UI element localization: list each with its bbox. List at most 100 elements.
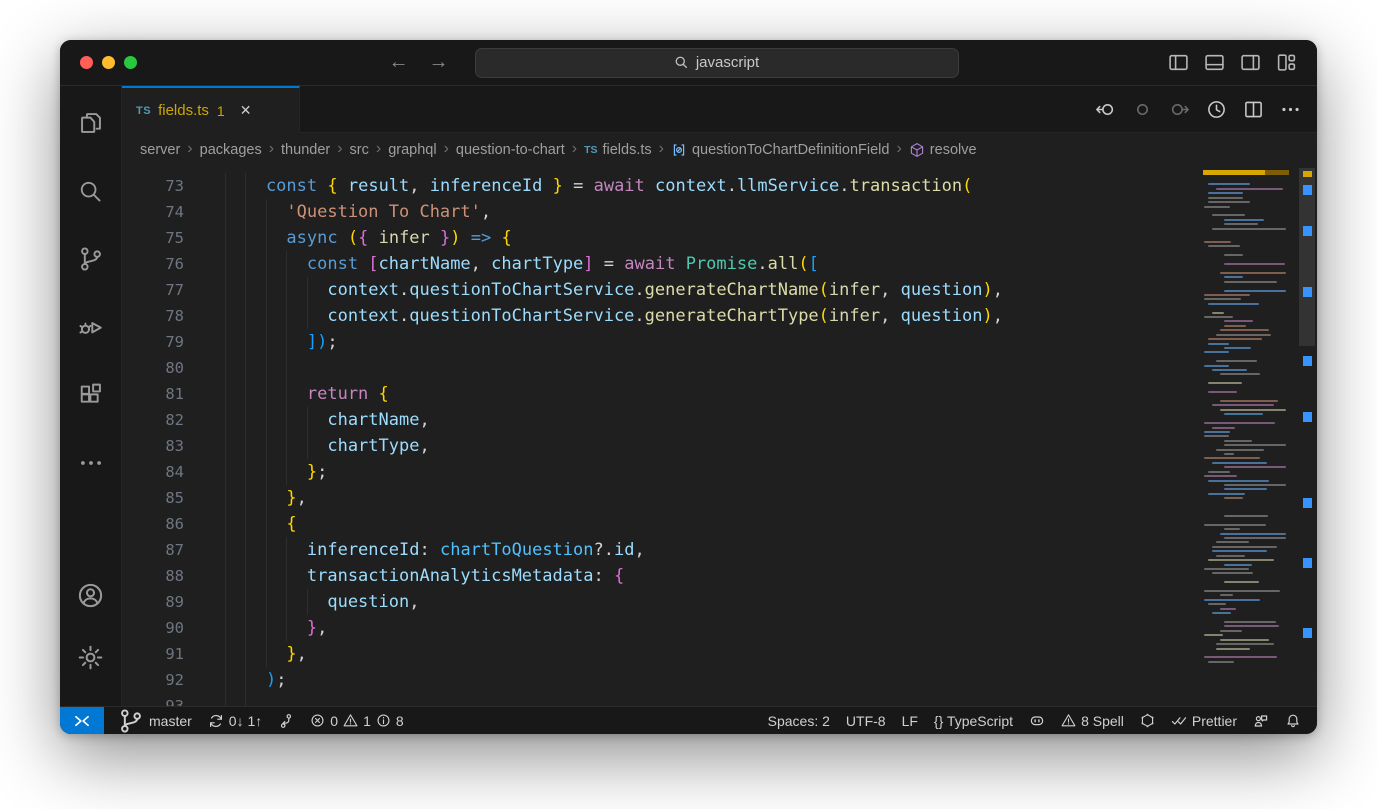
tab-fields-ts[interactable]: TS fields.ts 1 ✕ [122, 86, 300, 133]
status-problems[interactable]: 018 [302, 707, 411, 734]
typescript-file-icon: TS [136, 105, 151, 117]
activity-more[interactable] [68, 440, 114, 486]
minimap-line [1212, 546, 1277, 548]
activity-search[interactable] [68, 168, 114, 214]
minimap-line [1208, 382, 1242, 384]
indent-guide [245, 459, 265, 485]
error-icon [310, 713, 325, 728]
layout-customize-icon[interactable] [1276, 52, 1297, 73]
minimap-line [1212, 550, 1267, 552]
indent-guide [225, 225, 245, 251]
status-notifications[interactable] [1277, 707, 1309, 734]
code-token: const [307, 254, 368, 274]
split-editor-icon[interactable] [1243, 99, 1264, 120]
status-branch[interactable]: master [110, 707, 200, 734]
breadcrumb-item[interactable]: server [140, 142, 180, 158]
history-icon[interactable] [1206, 99, 1227, 120]
breadcrumb-label: thunder [281, 142, 330, 158]
code-token: } [440, 228, 450, 248]
nav-forward-circle-icon[interactable] [1169, 99, 1190, 120]
status-graphql[interactable] [1132, 707, 1163, 734]
status-encoding[interactable]: UTF-8 [838, 707, 894, 734]
indent-guide [225, 251, 245, 277]
history-forward-icon[interactable]: → [429, 51, 449, 74]
minimap-line [1204, 241, 1231, 243]
indent-guide [286, 329, 306, 355]
breadcrumb-item[interactable]: packages [200, 142, 262, 158]
command-center-search[interactable]: javascript [475, 48, 959, 78]
code-token: = [594, 254, 625, 274]
scrollbar[interactable] [1298, 167, 1317, 706]
status-compare-changes[interactable] [270, 707, 302, 734]
status-indentation[interactable]: Spaces: 2 [760, 707, 838, 734]
close-tab-icon[interactable]: ✕ [240, 102, 252, 119]
line-number: 84 [122, 459, 225, 485]
status-feedback[interactable] [1245, 707, 1277, 734]
activity-settings[interactable] [68, 634, 114, 680]
breadcrumb-item[interactable]: questionToChartDefinitionField [671, 142, 889, 158]
minimap-line [1220, 272, 1286, 274]
indent-guide [245, 251, 265, 277]
code-token: ) [983, 280, 993, 300]
code-token: , [409, 592, 419, 612]
status-prettier[interactable]: Prettier [1163, 707, 1245, 734]
minimize-window-button[interactable] [102, 56, 115, 69]
minimap-line [1224, 254, 1243, 256]
minimap[interactable] [1201, 167, 1298, 706]
breadcrumb-item[interactable]: thunder [281, 142, 330, 158]
activity-accounts[interactable] [68, 572, 114, 618]
breadcrumb-item[interactable]: src [350, 142, 369, 158]
code-token [491, 228, 501, 248]
code-token: result [348, 176, 409, 196]
breadcrumb-item[interactable]: TSfields.ts [584, 142, 652, 158]
account-icon [77, 582, 104, 609]
minimap-line [1220, 329, 1269, 331]
minimap-line [1204, 365, 1229, 367]
status-language[interactable]: {} TypeScript [926, 707, 1021, 734]
indent-guide [286, 381, 306, 407]
code-editor[interactable]: 73const { result, inferenceId } = await … [122, 167, 1201, 706]
code-line: 87inferenceId: chartToQuestion?.id, [122, 537, 1201, 563]
panel-left-icon[interactable] [1168, 52, 1189, 73]
indent-guide [245, 693, 265, 706]
panel-bottom-icon[interactable] [1204, 52, 1225, 73]
code-token: ) [317, 332, 327, 352]
status-spell[interactable]: 8 Spell [1053, 707, 1132, 734]
minimap-line [1212, 462, 1267, 464]
symbol-method-icon [909, 142, 925, 158]
minimap-line [1224, 453, 1234, 455]
code-token: infer [379, 228, 430, 248]
ruler-modified-marker [1303, 287, 1312, 297]
more-icon[interactable] [1280, 99, 1301, 120]
code-token: context [327, 306, 399, 326]
code-token: , [993, 280, 1003, 300]
activity-source-control[interactable] [68, 236, 114, 282]
activity-extensions[interactable] [68, 372, 114, 418]
breadcrumb-item[interactable]: graphql [388, 142, 436, 158]
minimap-line [1208, 192, 1243, 194]
zoom-window-button[interactable] [124, 56, 137, 69]
circle-icon[interactable] [1132, 99, 1153, 120]
activity-run-debug[interactable] [68, 304, 114, 350]
remote-indicator[interactable] [60, 707, 104, 734]
code-token [645, 176, 655, 196]
breadcrumb-item[interactable]: question-to-chart [456, 142, 565, 158]
breadcrumb-item[interactable]: resolve [909, 142, 977, 158]
status-sync[interactable]: 0↓ 1↑ [200, 707, 270, 734]
code-token: inferenceId [307, 540, 420, 560]
line-content: ); [225, 667, 1201, 693]
code-token [542, 176, 552, 196]
activity-explorer[interactable] [68, 100, 114, 146]
status-copilot[interactable] [1021, 707, 1053, 734]
minimap-highlight-bar [1203, 170, 1289, 175]
minimap-line [1224, 537, 1286, 539]
history-back-icon[interactable]: ← [389, 51, 409, 74]
code-token: , [880, 306, 890, 326]
status-eol[interactable]: LF [894, 707, 926, 734]
panel-right-icon[interactable] [1240, 52, 1261, 73]
gear-icon [77, 644, 104, 671]
nav-back-circle-icon[interactable] [1095, 99, 1116, 120]
indent-guide [266, 303, 286, 329]
close-window-button[interactable] [80, 56, 93, 69]
indent-guide [225, 641, 245, 667]
